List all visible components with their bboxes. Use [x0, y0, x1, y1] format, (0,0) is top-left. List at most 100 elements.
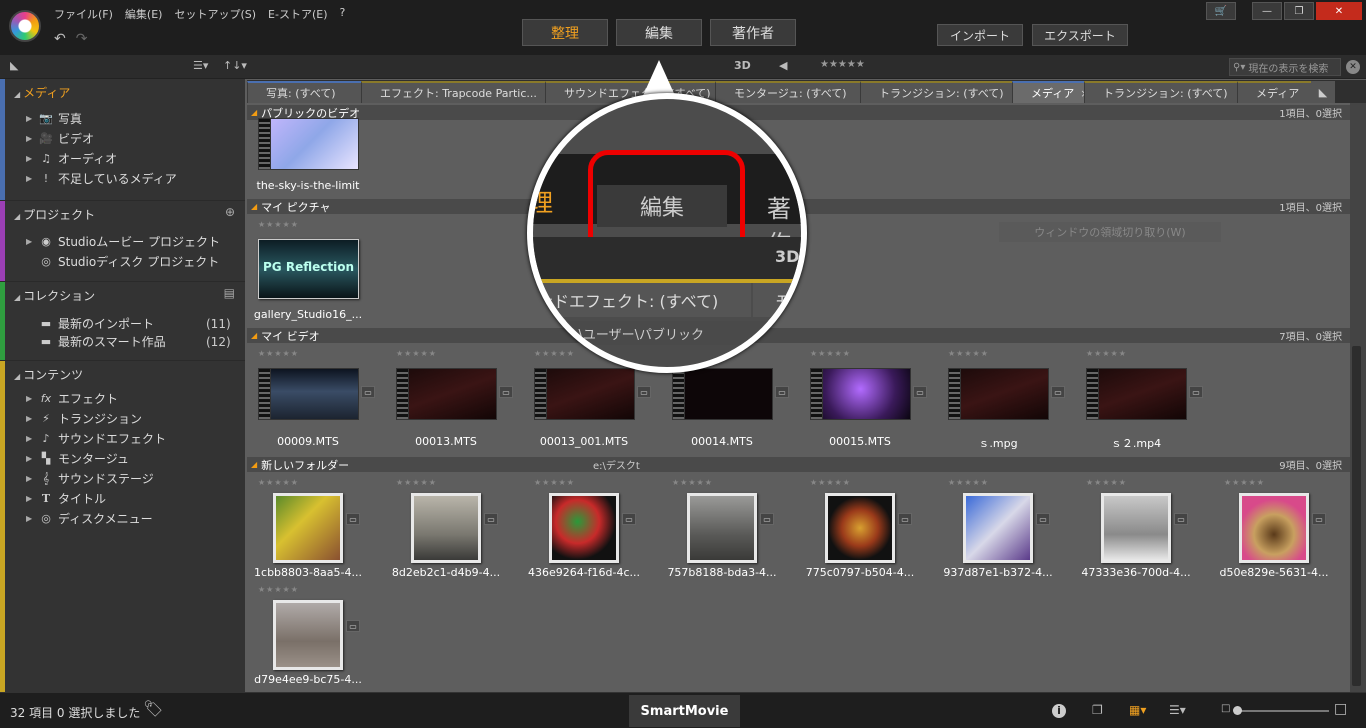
- help-icon[interactable]: ?: [340, 6, 346, 22]
- video-thumbnail[interactable]: [810, 368, 911, 420]
- sidebar-item-sound-stage[interactable]: ▶ 𝄞 サウンドステージ: [26, 470, 154, 487]
- rating-stars[interactable]: ★★★★★: [1086, 478, 1127, 487]
- folder-icon[interactable]: ▭: [637, 386, 651, 398]
- rating-stars[interactable]: ★★★★★: [534, 478, 575, 487]
- thumb-large-icon[interactable]: □: [1334, 701, 1347, 717]
- folder-icon[interactable]: ▭: [913, 386, 927, 398]
- menu-edit[interactable]: 編集(E): [125, 6, 163, 22]
- undo-icon[interactable]: ↶: [54, 31, 66, 47]
- image-thumbnail[interactable]: [273, 493, 343, 563]
- image-thumbnail[interactable]: [411, 493, 481, 563]
- image-thumbnail[interactable]: [963, 493, 1033, 563]
- image-thumbnail[interactable]: [825, 493, 895, 563]
- rating-stars[interactable]: ★★★★★: [258, 220, 299, 229]
- folder-icon[interactable]: ▭: [898, 513, 912, 525]
- video-thumbnail[interactable]: [258, 368, 359, 420]
- sidebar-item-recent-imports[interactable]: ▬ 最新のインポート (11): [26, 315, 231, 332]
- folder-icon[interactable]: ▭: [1051, 386, 1065, 398]
- tab-effects[interactable]: エフェクト: Trapcode Partic...: [361, 81, 545, 103]
- group-header-new-folder[interactable]: ◢ 新しいフォルダー e:\デスクt 9項目、0選択: [247, 457, 1350, 472]
- maximize-button[interactable]: ❐: [1284, 2, 1314, 20]
- video-thumbnail[interactable]: [948, 368, 1049, 420]
- video-thumbnail[interactable]: [1086, 368, 1187, 420]
- tab-media-active[interactable]: メディア×: [1012, 81, 1084, 103]
- export-button[interactable]: エクスポート: [1032, 24, 1128, 46]
- sidebar-item-transitions[interactable]: ▶ ⚡ トランジション: [26, 410, 142, 427]
- image-thumbnail[interactable]: [273, 600, 343, 670]
- sidebar-item-video[interactable]: ▶ 🎥 ビデオ: [26, 130, 94, 147]
- rating-stars[interactable]: ★★★★★: [948, 349, 989, 358]
- tab-transitions[interactable]: トランジション: (すべて): [860, 81, 1012, 103]
- sidebar-item-audio[interactable]: ▶ ♫ オーディオ: [26, 150, 117, 167]
- menu-file[interactable]: ファイル(F): [54, 6, 113, 22]
- import-button[interactable]: インポート: [937, 24, 1023, 46]
- folder-icon[interactable]: ▭: [1174, 513, 1188, 525]
- smartmovie-button[interactable]: SmartMovie: [629, 695, 740, 727]
- folder-icon[interactable]: ▭: [346, 513, 360, 525]
- tag-icon[interactable]: ◀: [779, 59, 787, 72]
- sort-icon[interactable]: ↑↓▾: [223, 59, 247, 72]
- folder-icon[interactable]: ▭: [484, 513, 498, 525]
- rating-stars[interactable]: ★★★★★: [672, 478, 713, 487]
- add-collection-icon[interactable]: ▤: [224, 286, 235, 300]
- folder-icon[interactable]: ▭: [760, 513, 774, 525]
- rating-stars[interactable]: ★★★★★: [810, 478, 851, 487]
- scrollbar-thumb[interactable]: [1352, 346, 1361, 686]
- folder-icon[interactable]: ▭: [1189, 386, 1203, 398]
- mode-edit-button[interactable]: 編集: [616, 19, 702, 46]
- slider-knob[interactable]: [1233, 706, 1242, 715]
- folder-icon[interactable]: ▭: [346, 620, 360, 632]
- rating-stars[interactable]: ★★★★★: [258, 585, 299, 594]
- minimize-button[interactable]: —: [1252, 2, 1282, 20]
- sidebar-item-titles[interactable]: ▶ T タイトル: [26, 490, 106, 507]
- sidebar-item-missing-media[interactable]: ▶! 不足しているメディア: [26, 170, 177, 187]
- sidebar-item-montage[interactable]: ▶ ▚ モンタージュ: [26, 450, 129, 467]
- thumbnail-size-slider[interactable]: [1237, 710, 1329, 712]
- image-thumbnail[interactable]: [687, 493, 757, 563]
- mode-organize-button[interactable]: 整理: [522, 19, 608, 46]
- grid-view-icon[interactable]: ▦▾: [1129, 703, 1146, 717]
- video-thumbnail[interactable]: [534, 368, 635, 420]
- rating-stars[interactable]: ★★★★★: [396, 349, 437, 358]
- copy-icon[interactable]: ❐: [1092, 703, 1103, 717]
- image-thumbnail[interactable]: [549, 493, 619, 563]
- collection-header[interactable]: ◢ コレクション: [14, 287, 95, 304]
- tab-media-2[interactable]: メディア: [1237, 81, 1311, 103]
- sidebar-item-effects[interactable]: ▶ fx エフェクト: [26, 390, 118, 407]
- rating-stars[interactable]: ★★★★★: [396, 478, 437, 487]
- sidebar-item-disc-menus[interactable]: ▶ ◎ ディスクメニュー: [26, 510, 153, 527]
- view-list-icon[interactable]: ☰▾: [193, 59, 208, 72]
- folder-icon[interactable]: ▭: [499, 386, 513, 398]
- folder-icon[interactable]: ▭: [622, 513, 636, 525]
- new-tab-icon[interactable]: ◣: [1311, 81, 1335, 103]
- add-project-icon[interactable]: ⊕: [225, 205, 235, 219]
- project-header[interactable]: ◢ プロジェクト: [14, 206, 95, 223]
- tab-transitions-2[interactable]: トランジション: (すべて): [1084, 81, 1237, 103]
- video-thumbnail[interactable]: [396, 368, 497, 420]
- redo-icon[interactable]: ↷: [76, 31, 88, 47]
- rating-stars[interactable]: ★★★★★: [948, 478, 989, 487]
- rating-filter[interactable]: ★★★★★: [820, 59, 865, 70]
- folder-icon[interactable]: ▭: [775, 386, 789, 398]
- sidebar-item-smart-productions[interactable]: ▬ 最新のスマート作品 (12): [26, 333, 231, 350]
- image-thumbnail[interactable]: PG Reflection: [258, 239, 359, 299]
- rating-stars[interactable]: ★★★★★: [1224, 478, 1265, 487]
- media-header[interactable]: ◢ メディア: [14, 84, 70, 101]
- image-thumbnail[interactable]: [1101, 493, 1171, 563]
- tag-filter-icon[interactable]: ◣: [10, 59, 18, 72]
- video-thumbnail[interactable]: [258, 118, 359, 170]
- thumb-small-icon[interactable]: □: [1221, 703, 1230, 714]
- folder-icon[interactable]: ▭: [361, 386, 375, 398]
- folder-icon[interactable]: ▭: [1036, 513, 1050, 525]
- rating-stars[interactable]: ★★★★★: [258, 478, 299, 487]
- close-button[interactable]: ✕: [1316, 2, 1362, 20]
- rating-stars[interactable]: ★★★★★: [810, 349, 851, 358]
- sidebar-item-movie-project[interactable]: ▶ ◉ Studioムービー プロジェクト: [26, 233, 220, 250]
- tab-photos[interactable]: 写真: (すべて): [247, 81, 361, 103]
- stereo-3d-filter[interactable]: 3D: [734, 59, 751, 72]
- sidebar-item-sound-effects[interactable]: ▶ ♪ サウンドエフェクト: [26, 430, 166, 447]
- video-thumbnail[interactable]: [672, 368, 773, 420]
- list-view-icon[interactable]: ☰▾: [1169, 703, 1186, 717]
- image-thumbnail[interactable]: [1239, 493, 1309, 563]
- search-input[interactable]: ⚲▾ 現在の表示を検索: [1229, 58, 1341, 76]
